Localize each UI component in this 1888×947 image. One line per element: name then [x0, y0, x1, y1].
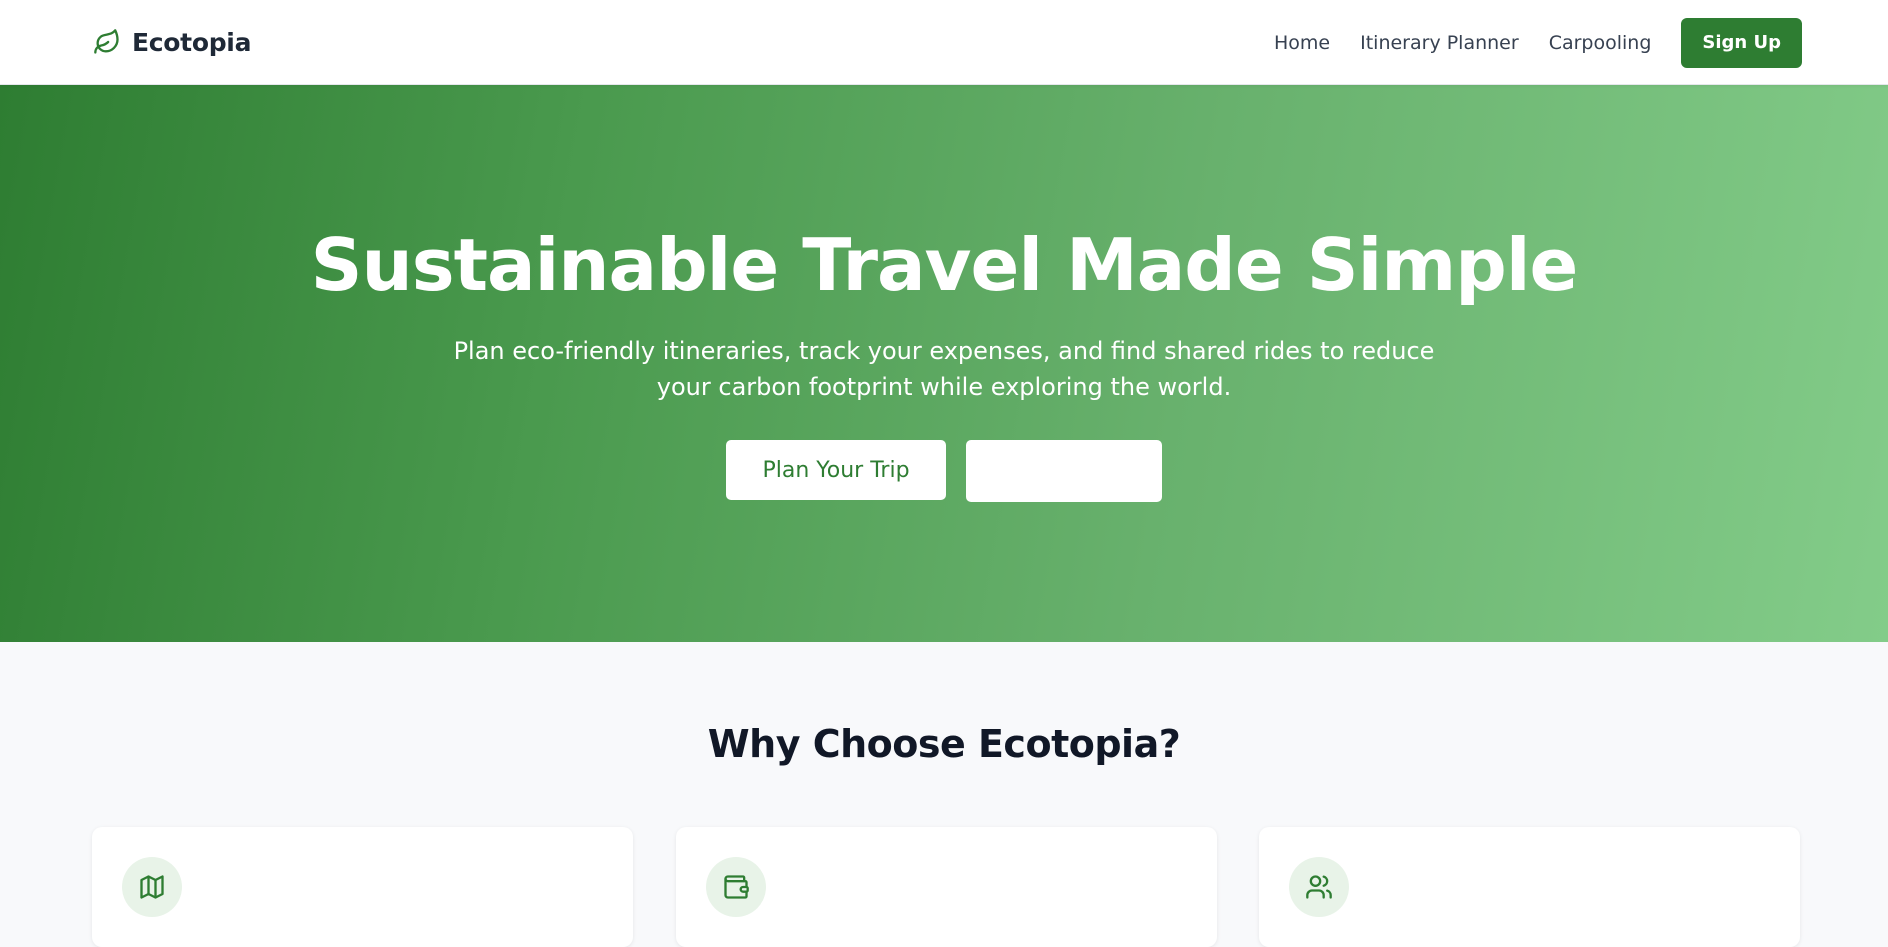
- feature-card-carpooling: [1259, 827, 1800, 947]
- navbar: Ecotopia Home Itinerary Planner Carpooli…: [0, 0, 1888, 85]
- users-icon: [1289, 857, 1349, 917]
- feature-card-expenses: [676, 827, 1217, 947]
- features-title: Why Choose Ecotopia?: [707, 722, 1181, 766]
- nav-link-carpooling[interactable]: Carpooling: [1549, 32, 1652, 54]
- brand-name: Ecotopia: [132, 27, 252, 57]
- features-section: Why Choose Ecotopia?: [0, 642, 1888, 947]
- hero-section: Sustainable Travel Made Simple Plan eco-…: [0, 85, 1888, 642]
- brand-logo[interactable]: Ecotopia: [92, 24, 251, 60]
- hero-buttons: Plan Your Trip: [0, 440, 1888, 502]
- secondary-cta-button[interactable]: [966, 440, 1162, 502]
- main-nav: Home Itinerary Planner Carpooling Sign U…: [1274, 0, 1888, 85]
- wallet-icon: [706, 857, 766, 917]
- hero-subtitle: Plan eco-friendly itineraries, track you…: [453, 337, 1435, 401]
- nav-link-home[interactable]: Home: [1274, 32, 1330, 54]
- leaf-icon: [92, 27, 122, 57]
- hero-title: Sustainable Travel Made Simple: [310, 223, 1579, 307]
- feature-card-itinerary: [92, 827, 633, 947]
- nav-link-itinerary-planner[interactable]: Itinerary Planner: [1360, 32, 1519, 54]
- sign-up-button[interactable]: Sign Up: [1681, 17, 1802, 68]
- map-icon: [122, 857, 182, 917]
- plan-your-trip-button[interactable]: Plan Your Trip: [726, 440, 946, 500]
